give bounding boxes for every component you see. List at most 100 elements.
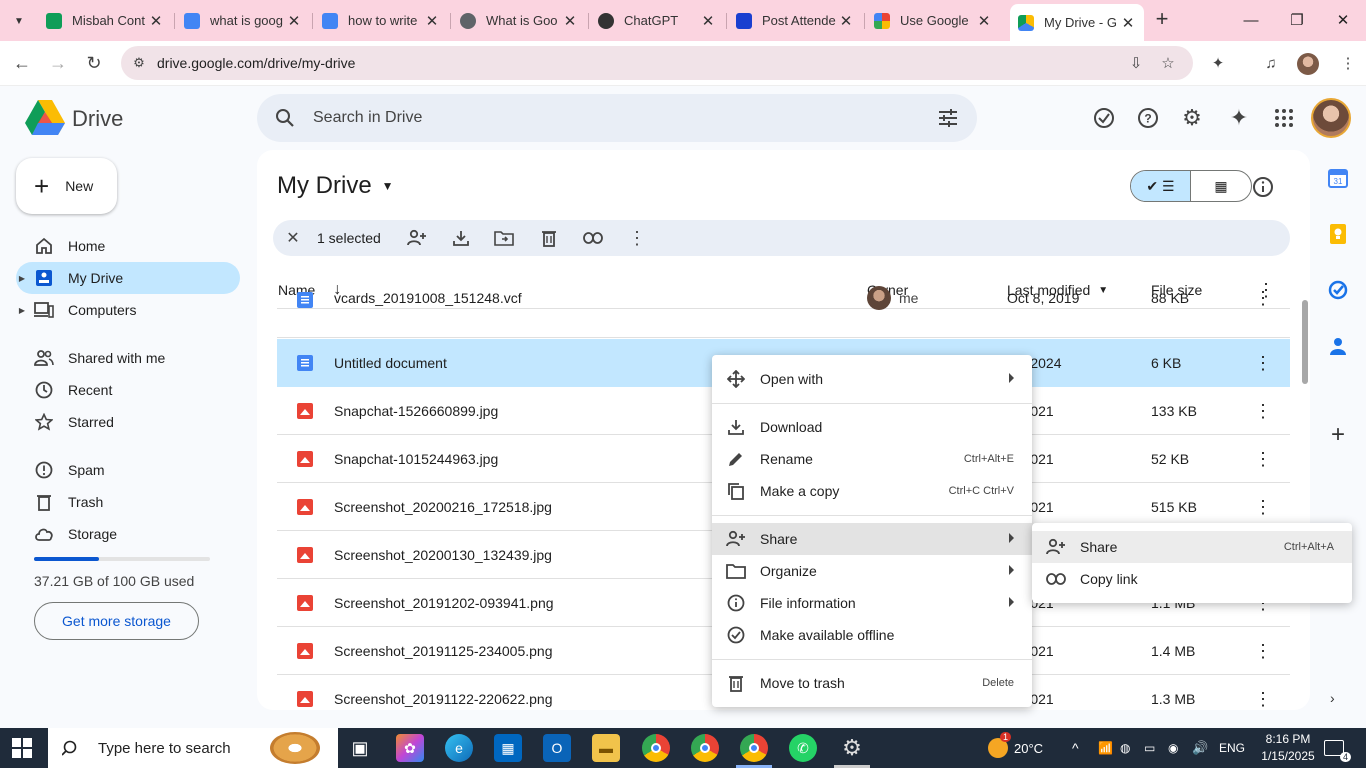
browser-tab[interactable]: how to write ✕ <box>314 6 448 35</box>
bookmark-star-icon[interactable]: ☆ <box>1157 52 1179 74</box>
edge-browser-icon[interactable]: e <box>445 734 473 762</box>
media-control-icon[interactable]: ♫ <box>1258 50 1284 76</box>
menu-item-file-information[interactable]: File information <box>712 587 1032 619</box>
tasks-icon[interactable] <box>1327 279 1349 301</box>
sidebar-item-shared-with-me[interactable]: Shared with me <box>16 342 240 374</box>
windows-start-icon[interactable] <box>12 738 32 758</box>
battery-icon[interactable]: ▭ <box>1144 728 1155 768</box>
address-bar[interactable]: ⚙ drive.google.com/drive/my-drive ⇩ ☆ <box>121 46 1193 80</box>
webcam-icon[interactable]: ◉ <box>1168 728 1178 768</box>
menu-item-make-a-copy[interactable]: Make a copy Ctrl+C Ctrl+V <box>712 475 1032 507</box>
row-more-actions-icon[interactable]: ⋮ <box>1253 495 1273 519</box>
search-options-icon[interactable] <box>937 107 959 129</box>
back-button[interactable]: ← <box>8 49 36 77</box>
settings-gear-icon[interactable]: ⚙ <box>1180 105 1204 130</box>
outlook-icon[interactable]: O <box>543 734 571 762</box>
apps-grid-icon[interactable] <box>1272 106 1296 130</box>
sidebar-item-starred[interactable]: Starred <box>16 406 240 438</box>
notification-center-icon[interactable]: 4 <box>1324 728 1351 768</box>
settings-gear-icon[interactable]: ⚙ <box>838 734 866 762</box>
sidebar-item-storage[interactable]: Storage <box>16 518 240 550</box>
show-hidden-icons-chevron-icon[interactable]: ^ <box>1072 728 1079 768</box>
search-bar[interactable]: Search in Drive <box>257 94 977 142</box>
sidebar-item-trash[interactable]: Trash <box>16 486 240 518</box>
close-tab-icon[interactable]: ✕ <box>562 12 578 30</box>
weather-widget[interactable]: 1 20°C <box>988 728 1043 768</box>
network-icon[interactable]: 📶 <box>1098 728 1113 768</box>
ready-offline-icon[interactable] <box>1092 106 1116 130</box>
browser-tab[interactable]: Use Google ✕ <box>866 6 1000 35</box>
close-tab-icon[interactable]: ✕ <box>1120 14 1136 32</box>
download-icon[interactable] <box>449 226 473 250</box>
browser-tab[interactable]: ChatGPT ✕ <box>590 6 724 35</box>
volume-icon[interactable]: 🔊 <box>1192 728 1208 768</box>
sidebar-item-spam[interactable]: Spam <box>16 454 240 486</box>
my-drive-title-dropdown[interactable]: My Drive ▼ <box>277 172 394 200</box>
menu-item-download[interactable]: Download <box>712 411 1032 443</box>
details-info-icon[interactable] <box>1251 175 1275 199</box>
browser-tab[interactable]: My Drive - G ✕ <box>1010 4 1144 41</box>
menu-item-open-with[interactable]: Open with <box>712 363 1032 395</box>
grid-view-button[interactable]: ▦ <box>1191 171 1251 201</box>
expand-caret-icon[interactable]: ▶ <box>16 274 28 283</box>
browser-tab[interactable]: Post Attende ✕ <box>728 6 862 35</box>
trash-icon[interactable] <box>537 226 561 250</box>
minimize-button[interactable]: — <box>1228 6 1274 34</box>
chrome-profile-1-icon[interactable] <box>642 734 670 762</box>
account-avatar[interactable] <box>1311 98 1351 138</box>
sidebar-item-computers[interactable]: ▶ Computers <box>16 294 240 326</box>
row-more-actions-icon[interactable]: ⋮ <box>1253 447 1273 471</box>
submenu-item-copy-link[interactable]: Copy link <box>1032 563 1352 595</box>
browser-profile-avatar[interactable] <box>1297 53 1319 75</box>
whatsapp-icon[interactable]: ✆ <box>789 734 817 762</box>
sidebar-item-home[interactable]: Home <box>16 230 240 262</box>
search-input[interactable]: Search in Drive <box>313 109 422 127</box>
share-person-icon[interactable] <box>405 226 429 250</box>
drive-logo-icon[interactable] <box>25 100 65 136</box>
row-more-actions-icon[interactable]: ⋮ <box>1253 687 1273 710</box>
browser-tab[interactable]: What is Goo ✕ <box>452 6 586 35</box>
help-icon[interactable]: ? <box>1136 106 1160 130</box>
copy-link-icon[interactable] <box>581 226 605 250</box>
chrome-profile-2-icon[interactable] <box>691 734 719 762</box>
list-view-button[interactable]: ✔ ☰ <box>1131 171 1192 201</box>
taskbar-search-box[interactable]: Type here to search <box>48 728 338 768</box>
row-more-actions-icon[interactable]: ⋮ <box>1253 639 1273 663</box>
contacts-icon[interactable] <box>1327 335 1349 357</box>
site-settings-icon[interactable]: ⚙ <box>129 53 149 73</box>
chevron-right-icon[interactable]: › <box>1330 690 1335 706</box>
tab-search-button[interactable]: ▼ <box>6 8 32 34</box>
extensions-icon[interactable]: ✦ <box>1205 50 1231 76</box>
row-more-actions-icon[interactable]: ⋮ <box>1253 351 1273 375</box>
get-addons-plus-icon[interactable]: + <box>1327 423 1349 447</box>
reload-button[interactable]: ↻ <box>80 49 108 77</box>
gemini-sparkle-icon[interactable]: ✦ <box>1227 105 1251 130</box>
expand-caret-icon[interactable]: ▶ <box>16 306 28 315</box>
get-more-storage-button[interactable]: Get more storage <box>34 602 199 640</box>
task-view-icon[interactable]: ▣ <box>346 734 374 762</box>
vpn-globe-icon[interactable]: ◍ <box>1120 728 1130 768</box>
keep-icon[interactable] <box>1327 223 1349 245</box>
install-app-icon[interactable]: ⇩ <box>1125 52 1147 74</box>
sidebar-item-my-drive[interactable]: ▶ My Drive <box>16 262 240 294</box>
close-window-button[interactable]: ✕ <box>1320 6 1366 34</box>
close-tab-icon[interactable]: ✕ <box>424 12 440 30</box>
close-tab-icon[interactable]: ✕ <box>976 12 992 30</box>
menu-item-move-to-trash[interactable]: Move to trash Delete <box>712 667 1032 699</box>
row-more-actions-icon[interactable]: ⋮ <box>1253 399 1273 423</box>
more-actions-icon[interactable]: ⋮ <box>625 226 649 250</box>
copilot-icon[interactable]: ✿ <box>396 734 424 762</box>
drive-app-title[interactable]: Drive <box>72 106 123 132</box>
menu-item-share[interactable]: Share <box>712 523 1032 555</box>
sidebar-item-recent[interactable]: Recent <box>16 374 240 406</box>
file-row[interactable]: vcards_20191008_151248.vcf Oct 8, 2019 88 … <box>277 286 1290 338</box>
forward-button[interactable]: → <box>44 49 72 77</box>
browser-tab[interactable]: what is goog ✕ <box>176 6 310 35</box>
calendar-icon[interactable]: 31 <box>1327 167 1349 189</box>
search-icon[interactable] <box>273 106 297 130</box>
new-button[interactable]: + New <box>16 158 117 214</box>
move-folder-icon[interactable] <box>492 226 516 250</box>
menu-item-organize[interactable]: Organize <box>712 555 1032 587</box>
browser-tab[interactable]: Misbah Cont ✕ <box>38 6 172 35</box>
browser-menu-icon[interactable]: ⋮ <box>1335 50 1361 76</box>
